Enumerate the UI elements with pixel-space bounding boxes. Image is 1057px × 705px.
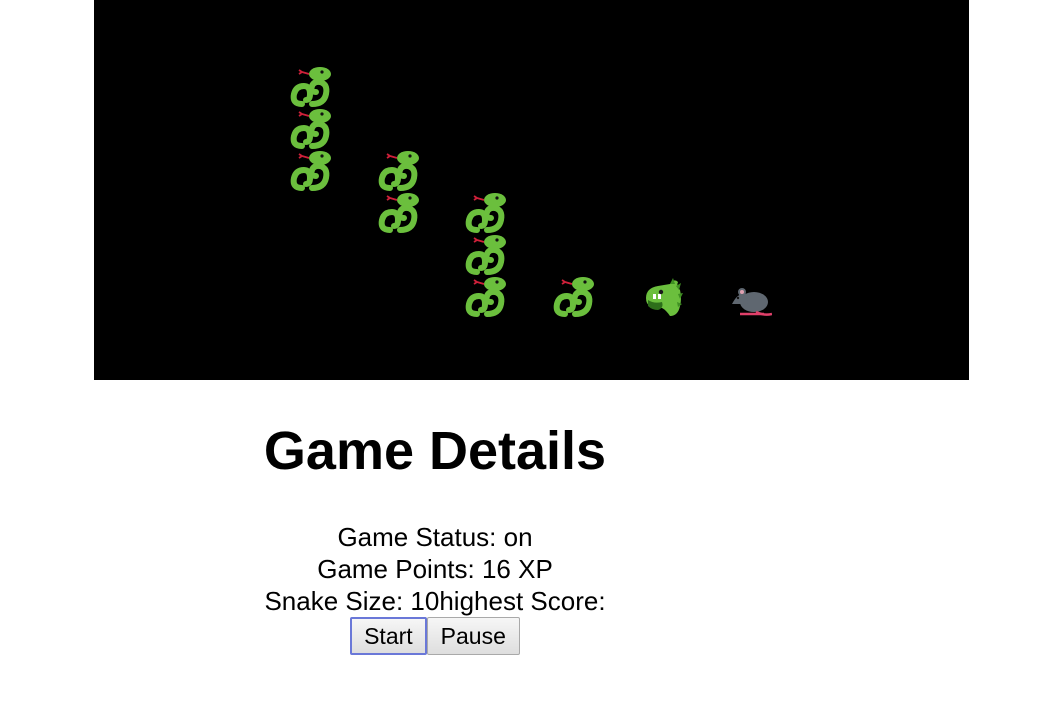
game-points: Game Points: 16 XP <box>317 554 553 584</box>
snake-body-icon <box>465 274 509 318</box>
game-details-panel: Game Details Game Status: on Game Points… <box>196 395 674 655</box>
start-button[interactable]: Start <box>350 617 427 655</box>
snake-body-icon <box>378 148 422 192</box>
snake-body-icon <box>290 106 334 150</box>
snake-body-icon <box>553 274 597 318</box>
snake-body-icon <box>290 64 334 108</box>
game-status-value: on <box>503 522 533 552</box>
snake-body-icon <box>465 190 509 234</box>
snake-size-value: 10 <box>410 586 440 616</box>
highest-score-label: highest Score: <box>439 586 606 616</box>
game-status: Game Status: on <box>337 522 533 552</box>
snake-body-icon <box>378 190 422 234</box>
dragon-head-icon <box>640 274 684 318</box>
game-points-value: 16 XP <box>481 554 553 584</box>
snake-size: Snake Size: 10highest Score: <box>264 586 606 616</box>
snake-body-icon <box>290 148 334 192</box>
rat-icon <box>728 274 772 318</box>
game-controls: Start Pause <box>196 617 674 655</box>
pause-button[interactable]: Pause <box>426 617 520 655</box>
snake-body-icon <box>465 232 509 276</box>
game-board <box>94 0 969 380</box>
game-details-title: Game Details <box>263 421 607 481</box>
